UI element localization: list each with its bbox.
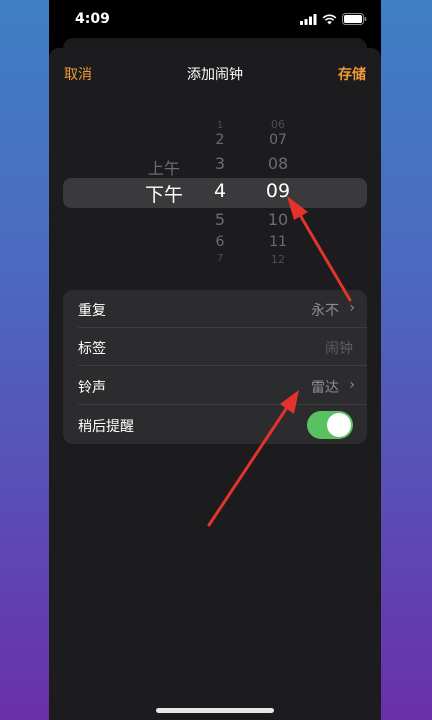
wheel-item[interactable]: 08 [260,154,296,173]
home-indicator [156,708,274,713]
divider [78,404,367,405]
tag-input[interactable]: 闹钟 [325,338,353,358]
repeat-row[interactable]: 重复 永不 › [63,290,367,328]
status-bar: 4:09 [49,0,381,40]
wheel-item[interactable]: 10 [260,210,296,229]
sound-row[interactable]: 铃声 雷达 › [63,367,367,405]
tag-row[interactable]: 标签 闹钟 [63,328,367,366]
nav-bar: 取消 添加闹钟 存储 [49,48,381,98]
wheel-item[interactable]: 3 [210,154,230,173]
wheel-item[interactable]: 上午 [144,155,184,179]
wheel-item[interactable]: 2 [210,132,230,148]
tag-label: 标签 [78,341,106,357]
wheel-item[interactable]: 11 [260,234,296,250]
snooze-row: 稍后提醒 [63,406,367,444]
wheel-item[interactable]: 06 [260,118,296,131]
chevron-right-icon: › [349,377,355,393]
battery-icon [342,13,367,25]
wheel-item[interactable]: 1 [210,120,230,131]
phone-screen: 4:09 取消 添加闹钟 存储 上午 下午 1 2 3 4 5 6 7 06 0… [49,0,381,720]
wheel-item[interactable]: 07 [260,132,296,148]
time-picker[interactable]: 上午 下午 1 2 3 4 5 6 7 06 07 08 09 10 11 12 [49,112,381,272]
wheel-item[interactable]: 7 [210,253,230,263]
sound-label: 铃声 [78,380,106,396]
wheel-item[interactable]: 12 [260,253,296,263]
cellular-signal-icon [300,13,317,25]
alarm-settings-group: 重复 永不 › 标签 闹钟 铃声 雷达 › 稍后提醒 [63,290,367,444]
snooze-label: 稍后提醒 [78,419,134,435]
sound-value: 雷达 [311,380,339,396]
wheel-item[interactable]: 5 [210,210,230,229]
wifi-icon [322,14,337,24]
save-button[interactable]: 存储 [338,64,366,84]
divider [78,365,367,366]
status-icons [300,13,367,25]
wheel-item-selected[interactable]: 下午 [141,180,187,207]
status-time: 4:09 [75,11,110,27]
chevron-right-icon: › [349,300,355,316]
wheel-item-selected[interactable]: 09 [258,180,298,202]
add-alarm-sheet: 取消 添加闹钟 存储 上午 下午 1 2 3 4 5 6 7 06 07 08 … [49,48,381,720]
page-title: 添加闹钟 [187,67,243,83]
wheel-item[interactable]: 6 [210,234,230,250]
snooze-toggle[interactable] [307,411,353,439]
repeat-value: 永不 [311,303,339,319]
repeat-label: 重复 [78,303,106,319]
toggle-knob [327,413,351,437]
wheel-item-selected[interactable]: 4 [208,180,232,202]
